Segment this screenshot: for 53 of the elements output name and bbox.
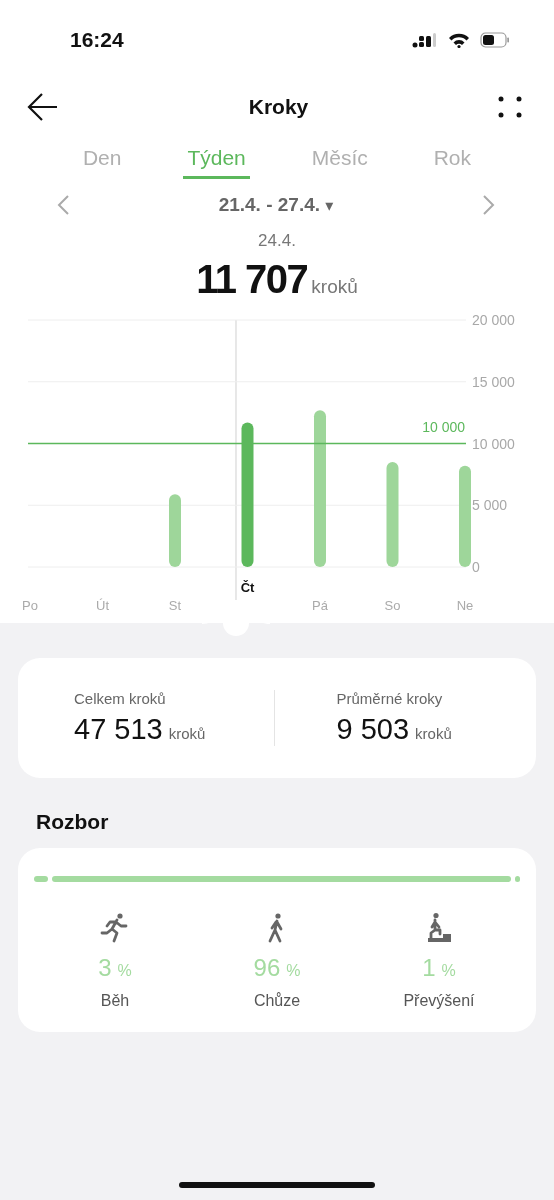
x-axis-label: St	[168, 598, 182, 613]
y-axis-label: 0	[472, 559, 480, 575]
stat-unit: kroků	[415, 725, 452, 742]
x-axis-label: Po	[22, 598, 38, 613]
stat-unit: kroků	[168, 725, 206, 742]
battery-icon	[480, 32, 510, 48]
y-axis-label: 15 000	[472, 373, 515, 390]
activity-label: Chůze	[253, 992, 301, 1010]
period-tab[interactable]: Den	[78, 142, 126, 179]
percent-unit: %	[286, 962, 301, 980]
x-axis-label: Čt	[240, 580, 255, 595]
period-tab[interactable]: Měsíc	[307, 142, 372, 179]
y-axis-label: 5 000	[472, 497, 508, 514]
back-arrow-icon[interactable]	[27, 92, 59, 122]
section-title: Rozbor	[36, 810, 110, 834]
goal-label: 10 000	[422, 418, 465, 435]
date-range-dropdown[interactable]: 21.4. - 27.4. ▾	[212, 193, 340, 217]
chevron-left-icon[interactable]	[56, 194, 70, 216]
bar[interactable]	[314, 410, 326, 567]
y-axis-label: 20 000	[472, 312, 515, 328]
percent-value: 96	[253, 954, 281, 982]
stat-value: 9 503	[336, 713, 410, 746]
period-tab[interactable]: Týden	[183, 142, 250, 179]
stat-label: Celkem kroků	[74, 690, 167, 707]
bar[interactable]	[241, 422, 254, 567]
percent-value: 3	[98, 954, 112, 982]
percent-unit: %	[441, 962, 456, 980]
stat-value: 47 513	[74, 713, 163, 746]
signal-icon	[412, 32, 438, 48]
percent-value: 1	[422, 954, 436, 982]
share-segment	[515, 876, 520, 882]
status-time: 16:24	[70, 28, 124, 52]
activity-label: Převýšení	[403, 992, 475, 1010]
period-tab[interactable]: Rok	[429, 142, 475, 179]
share-segment	[34, 876, 49, 882]
step-count: 11 707	[196, 257, 308, 302]
x-axis-label: Út	[96, 598, 109, 613]
wifi-icon	[448, 32, 470, 48]
more-dots-icon[interactable]	[498, 96, 522, 118]
page-title: Kroky	[248, 95, 309, 119]
percent-unit: %	[117, 962, 132, 980]
step-unit: kroků	[311, 276, 358, 298]
selected-date: 24.4.	[257, 231, 297, 251]
x-axis-label: So	[384, 598, 401, 613]
activity-label: Běh	[100, 992, 130, 1010]
bar[interactable]	[386, 462, 399, 567]
bar[interactable]	[169, 494, 181, 567]
chevron-right-icon[interactable]	[482, 194, 496, 216]
bar[interactable]	[459, 465, 471, 567]
y-axis-label: 10 000	[472, 435, 515, 452]
stat-label: Průměrné kroky	[336, 690, 444, 707]
x-axis-label: Ne	[456, 598, 474, 613]
x-axis-label: Pá	[312, 598, 328, 613]
